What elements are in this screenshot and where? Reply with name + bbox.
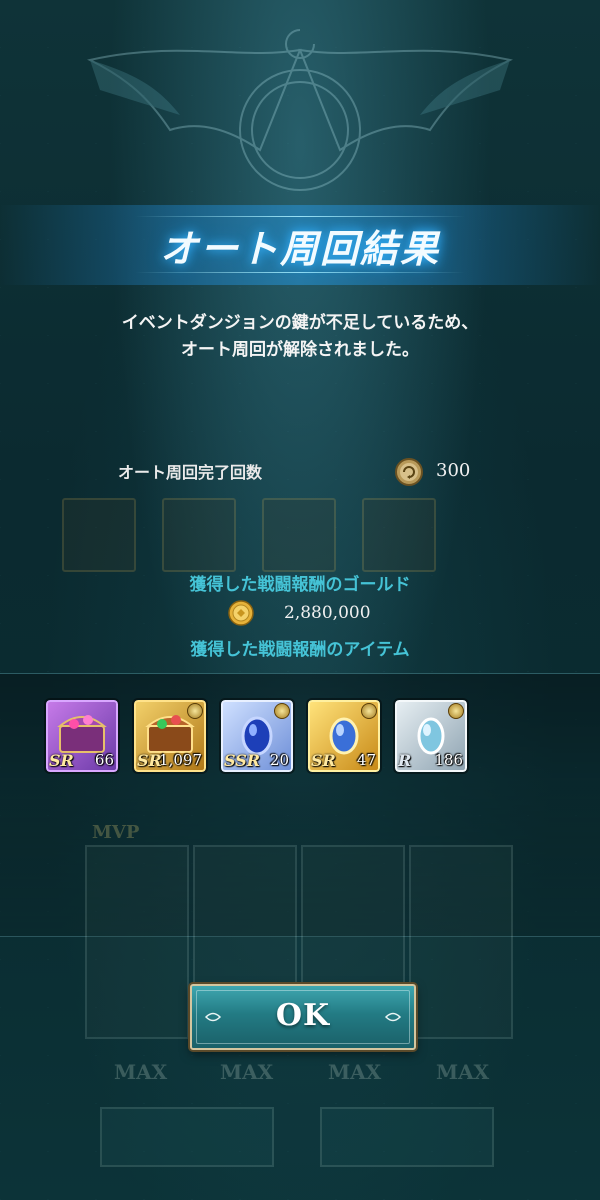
auto-loop-icon [395, 458, 423, 486]
ghost-character-slot [85, 845, 189, 1039]
dialog-message: イベントダンジョンの鍵が不足しているため、 オート周回が解除されました。 [0, 310, 600, 364]
item-quantity: 1,097 [159, 751, 202, 769]
ghost-character-slot [409, 845, 513, 1039]
auto-count-row: オート周回完了回数 300 [0, 455, 600, 489]
auto-count-value: 300 [436, 460, 471, 481]
reward-item[interactable]: SR 66 [46, 700, 118, 772]
ghost-ok-button [320, 1107, 494, 1167]
item-quantity: 66 [94, 751, 114, 769]
background-bottom-buttons [0, 1095, 600, 1175]
ok-button[interactable]: OK [190, 984, 416, 1050]
ghost-card [62, 498, 136, 572]
gold-value: 2,880,000 [284, 603, 371, 623]
item-rarity: SR [311, 751, 336, 770]
background-max-label: MAX [436, 1060, 490, 1084]
ghost-card [262, 498, 336, 572]
item-badge-icon [274, 703, 290, 719]
item-rarity: R [398, 751, 412, 770]
ghost-card [162, 498, 236, 572]
auto-count-label: オート周回完了回数 [118, 463, 263, 482]
item-badge-icon [361, 703, 377, 719]
ok-button-label: OK [275, 998, 331, 1033]
ghost-card [362, 498, 436, 572]
item-badge-icon [448, 703, 464, 719]
reward-item[interactable]: SR 47 [308, 700, 380, 772]
background-max-label: MAX [114, 1060, 168, 1084]
item-badge-icon [187, 703, 203, 719]
reward-item[interactable]: SSR 20 [221, 700, 293, 772]
background-max-label: MAX [220, 1060, 274, 1084]
title-line-top [135, 216, 465, 217]
item-quantity: 47 [356, 751, 376, 769]
reward-item[interactable]: R 186 [395, 700, 467, 772]
message-line-2: オート周回が解除されました。 [181, 340, 419, 360]
items-heading: 獲得した戦闘報酬のアイテム [190, 640, 410, 660]
item-rarity: SR [49, 751, 74, 770]
background-ghost-cards [62, 498, 442, 572]
gold-row: 2,880,000 [0, 600, 600, 628]
message-line-1: イベントダンジョンの鍵が不足しているため、 [121, 313, 479, 333]
item-quantity: 20 [269, 751, 289, 769]
dialog-title: オート周回結果 [159, 227, 440, 271]
item-quantity: 186 [434, 751, 463, 769]
background-max-label: MAX [328, 1060, 382, 1084]
winged-emblem-icon [87, 29, 513, 191]
reward-item[interactable]: SR 1,097 [134, 700, 206, 772]
ghost-retry-button [100, 1107, 274, 1167]
item-rarity: SSR [224, 751, 261, 770]
gold-heading: 獲得した戦闘報酬のゴールド [189, 575, 411, 595]
gold-coin-icon [228, 600, 254, 626]
